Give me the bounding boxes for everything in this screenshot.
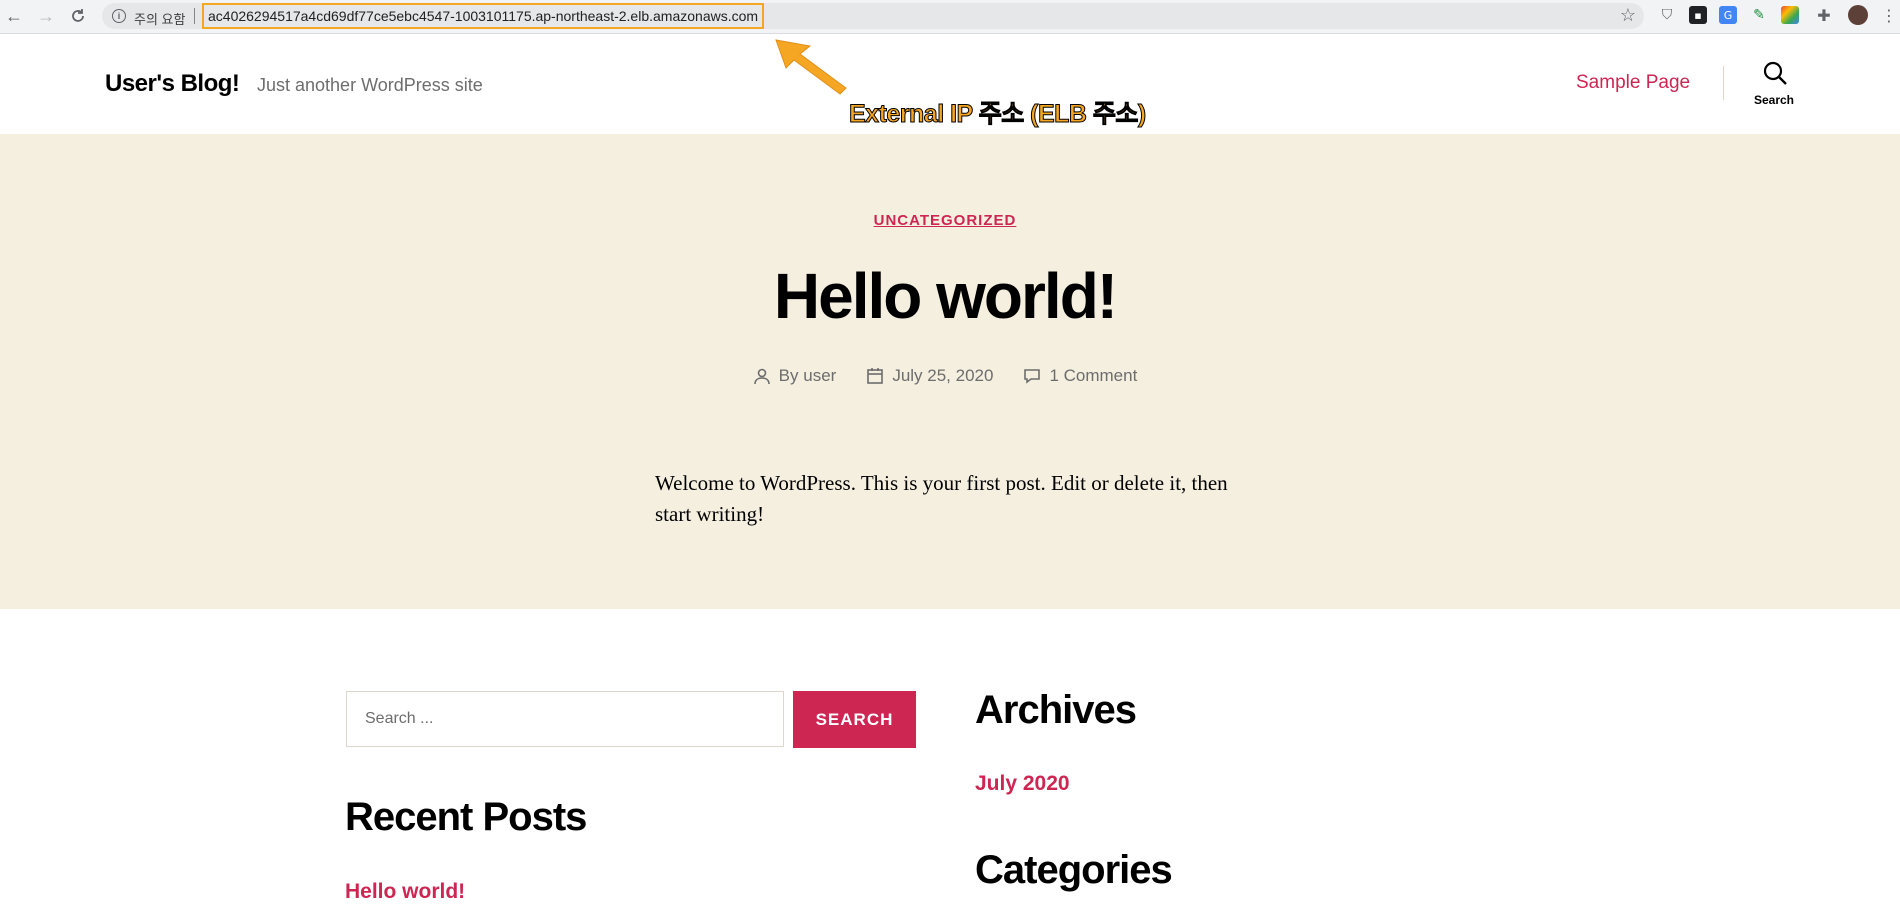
back-icon[interactable]: ← — [2, 4, 26, 28]
search-toggle-label: Search — [1753, 93, 1795, 107]
annotation-label: External IP 주소 (ELB 주소) — [849, 100, 1147, 129]
comment-icon — [1024, 369, 1041, 384]
annotation-arrow — [775, 39, 847, 95]
star-icon[interactable]: ☆ — [1620, 5, 1636, 26]
security-status[interactable]: 주의 요함 — [134, 9, 185, 28]
category-link[interactable]: UNCATEGORIZED — [874, 212, 1017, 229]
translate-icon[interactable]: G — [1719, 6, 1737, 24]
profile-avatar[interactable] — [1848, 5, 1868, 25]
extension-icon[interactable]: ▪ — [1689, 6, 1707, 24]
browser-toolbar: ← → i 주의 요함 ac4026294517a4cd69df77ce5ebc… — [0, 0, 1900, 34]
recent-post-link[interactable]: Hello world! — [345, 880, 465, 904]
post-date: July 25, 2020 — [866, 366, 993, 386]
site-title[interactable]: User's Blog! — [105, 70, 240, 98]
post-title[interactable]: Hello world! — [0, 259, 1890, 333]
date-link[interactable]: July 25, 2020 — [892, 366, 993, 386]
search-toggle-button[interactable]: Search — [1752, 56, 1796, 107]
search-icon — [1763, 61, 1787, 85]
post-category: UNCATEGORIZED — [0, 212, 1890, 230]
post-hero: UNCATEGORIZED Hello world! By user July … — [0, 134, 1900, 609]
archive-link[interactable]: July 2020 — [975, 772, 1070, 796]
categories-title: Categories — [975, 848, 1173, 892]
forward-icon[interactable]: → — [34, 4, 58, 28]
url-text[interactable]: ac4026294517a4cd69df77ce5ebc4547-1003101… — [202, 3, 765, 29]
color-extension-icon[interactable] — [1781, 6, 1799, 24]
post-author: By user — [753, 366, 837, 386]
author-link[interactable]: By user — [779, 366, 837, 386]
post-meta: By user July 25, 2020 1 Comment — [0, 366, 1890, 386]
puzzle-icon[interactable]: ✚ — [1815, 6, 1833, 25]
person-icon — [753, 368, 770, 385]
address-bar[interactable]: i 주의 요함 ac4026294517a4cd69df77ce5ebc4547… — [102, 3, 1644, 29]
site-description: Just another WordPress site — [257, 75, 483, 95]
comments-link[interactable]: 1 Comment — [1049, 366, 1137, 386]
calendar-icon — [867, 368, 884, 384]
search-input[interactable] — [346, 691, 784, 747]
info-icon[interactable]: i — [112, 9, 126, 23]
omnibox-separator — [194, 8, 195, 24]
post-comments: 1 Comment — [1023, 366, 1137, 386]
reload-icon[interactable] — [66, 4, 90, 28]
menu-icon[interactable]: ⋮ — [1880, 6, 1898, 25]
tool-extension-icon[interactable]: ✎ — [1750, 6, 1768, 24]
header-divider — [1723, 66, 1724, 100]
nav-sample-page[interactable]: Sample Page — [1576, 72, 1690, 94]
post-excerpt: Welcome to WordPress. This is your first… — [655, 471, 1228, 526]
search-button[interactable]: SEARCH — [793, 691, 916, 748]
shield-extension-icon[interactable]: ⛉ — [1658, 6, 1676, 24]
recent-posts-title: Recent Posts — [345, 795, 587, 839]
archives-title: Archives — [975, 688, 1137, 732]
